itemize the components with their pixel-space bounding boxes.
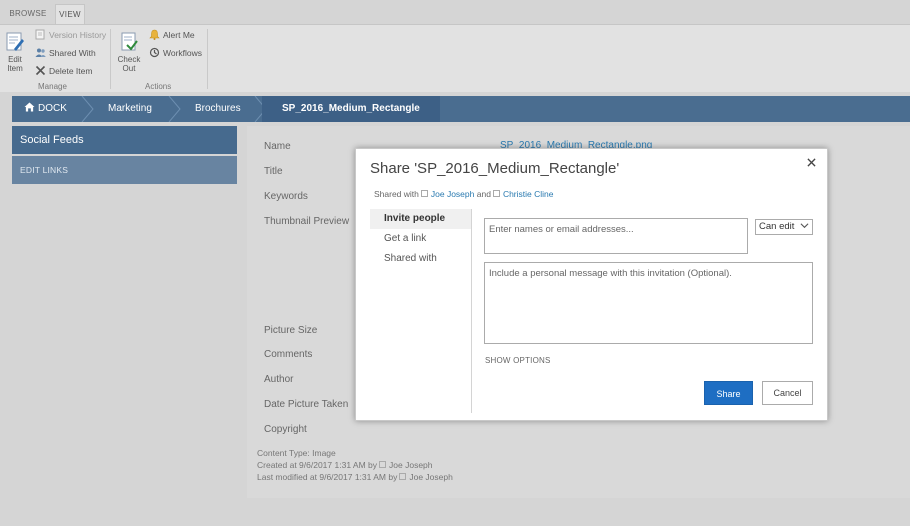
actions-group-label: Actions <box>145 82 172 91</box>
edit-links-button[interactable]: EDIT LINKS <box>12 156 237 184</box>
message-input[interactable]: Include a personal message with this inv… <box>484 262 813 344</box>
workflow-icon <box>149 47 160 58</box>
user-presence-icon <box>492 190 500 197</box>
check-out-label: Check Out <box>117 55 141 73</box>
user-presence-icon <box>420 190 428 197</box>
names-input[interactable]: Enter names or email addresses... <box>484 218 748 254</box>
content-type: Content Type: Image <box>257 448 336 458</box>
shared-with-button[interactable]: Shared With <box>35 46 96 60</box>
ribbon: Edit Item Version History Shared With De… <box>0 24 910 92</box>
edit-item-button[interactable]: Edit Item <box>4 31 26 73</box>
breadcrumb-home-label: DOCK <box>38 103 67 114</box>
field-label-date-taken: Date Picture Taken <box>264 399 349 410</box>
field-label-name: Name <box>264 141 291 152</box>
created-by-user[interactable]: Joe Joseph <box>389 460 432 470</box>
tab-browse[interactable]: BROWSE <box>6 4 50 24</box>
delete-item-label: Delete Item <box>49 66 93 76</box>
field-label-copyright: Copyright <box>264 424 307 435</box>
cancel-button[interactable]: Cancel <box>762 381 813 405</box>
shared-user-link[interactable]: Christie Cline <box>503 189 554 199</box>
show-options-link[interactable]: SHOW OPTIONS <box>485 356 551 365</box>
ribbon-divider <box>110 29 111 89</box>
dialog-title: Share 'SP_2016_Medium_Rectangle' <box>370 160 620 177</box>
manage-group-label: Manage <box>38 82 67 91</box>
chevron-down-icon <box>800 223 809 229</box>
workflows-button[interactable]: Workflows <box>149 46 202 60</box>
tab-view[interactable]: VIEW <box>55 4 85 24</box>
share-dialog: Share 'SP_2016_Medium_Rectangle' Shared … <box>355 148 828 421</box>
breadcrumb-home[interactable]: DOCK <box>24 96 67 122</box>
field-label-comments: Comments <box>264 349 313 360</box>
permission-select[interactable]: Can edit <box>755 219 813 235</box>
user-presence-icon <box>379 461 387 468</box>
field-label-keywords: Keywords <box>264 191 308 202</box>
delete-icon <box>35 65 46 76</box>
tab-get-link[interactable]: Get a link <box>370 229 471 249</box>
shared-with-label: Shared With <box>49 48 96 58</box>
edit-item-label: Edit Item <box>7 55 23 73</box>
shared-user-link[interactable]: Joe Joseph <box>431 189 474 199</box>
shared-with-text: Shared with <box>374 189 419 199</box>
field-label-author: Author <box>264 374 294 385</box>
and-text: and <box>476 189 491 199</box>
delete-item-button[interactable]: Delete Item <box>35 64 92 78</box>
user-presence-icon <box>399 473 407 480</box>
breadcrumb-current: SP_2016_Medium_Rectangle <box>262 96 440 122</box>
shared-with-summary: Shared with Joe Joseph and Christie Cline <box>374 189 553 199</box>
modified-label: Last modified at 9/6/2017 1:31 AM by <box>257 472 398 482</box>
alert-me-button[interactable]: Alert Me <box>149 28 195 42</box>
tab-invite-people[interactable]: Invite people <box>370 209 471 229</box>
nav-social-feeds[interactable]: Social Feeds <box>12 126 237 154</box>
check-out-icon <box>121 32 138 51</box>
field-label-title: Title <box>264 166 283 177</box>
check-out-button[interactable]: Check Out <box>117 31 141 73</box>
left-nav: Social Feeds EDIT LINKS <box>12 126 237 184</box>
version-history-label: Version History <box>49 30 107 40</box>
field-label-picture-size: Picture Size <box>264 325 318 336</box>
close-icon <box>806 158 816 167</box>
people-icon <box>35 48 46 57</box>
field-label-thumbnail: Thumbnail Preview <box>264 216 350 227</box>
close-button[interactable] <box>804 155 818 169</box>
breadcrumb: DOCK Marketing Brochures SP_2016_Medium_… <box>12 96 910 122</box>
modified-by-user[interactable]: Joe Joseph <box>409 472 452 482</box>
breadcrumb-item-brochures[interactable]: Brochures <box>195 96 241 122</box>
chevron-right-icon <box>168 96 181 122</box>
home-icon <box>24 102 35 112</box>
chevron-right-icon <box>81 96 94 122</box>
created-label: Created at 9/6/2017 1:31 AM by <box>257 460 378 470</box>
ribbon-tabs: BROWSE VIEW <box>0 0 910 24</box>
permission-value: Can edit <box>759 221 795 232</box>
created-info: Created at 9/6/2017 1:31 AM by Joe Joseph <box>257 460 433 470</box>
ribbon-divider <box>207 29 208 89</box>
share-button[interactable]: Share <box>704 381 753 405</box>
version-history-button[interactable]: Version History <box>35 28 106 42</box>
bell-icon <box>149 29 160 40</box>
tab-shared-with[interactable]: Shared with <box>370 249 471 269</box>
workflows-label: Workflows <box>163 48 203 58</box>
edit-item-icon <box>6 32 24 51</box>
breadcrumb-item-marketing[interactable]: Marketing <box>108 96 152 122</box>
modified-info: Last modified at 9/6/2017 1:31 AM by Joe … <box>257 472 453 482</box>
version-history-icon <box>35 29 45 40</box>
alert-me-label: Alert Me <box>163 30 195 40</box>
share-side-nav: Invite people Get a link Shared with <box>370 209 472 413</box>
